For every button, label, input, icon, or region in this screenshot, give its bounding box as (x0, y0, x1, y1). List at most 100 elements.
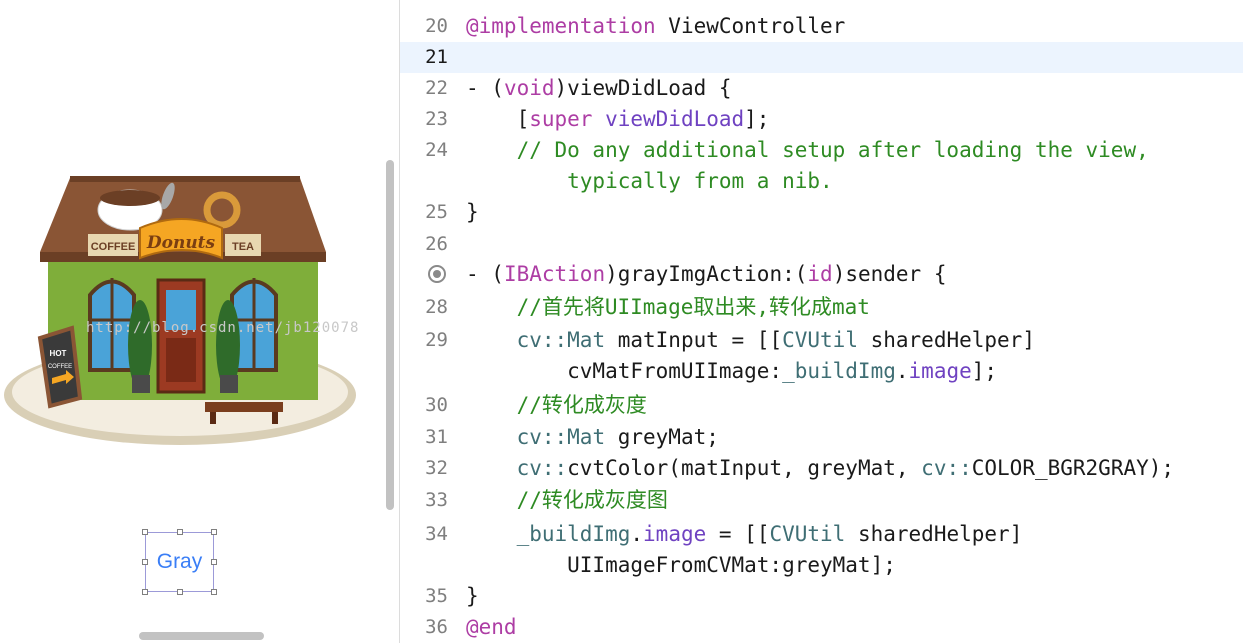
code-token: )viewDidLoad { (554, 76, 732, 100)
code-line[interactable]: - (IBAction)grayImgAction:(id)sender { (466, 261, 946, 287)
code-line[interactable]: //首先将UIImage取出来,转化成mat (466, 294, 870, 320)
code-token: cvMatFromUIImage: (466, 359, 783, 383)
line-number: 35 (425, 585, 448, 607)
code-token: //转化成灰度 (466, 393, 647, 417)
resize-handle-bl[interactable] (142, 589, 148, 595)
code-token: ]; (971, 359, 998, 383)
code-token: matInput = [[ (605, 328, 783, 352)
line-number: 23 (425, 108, 448, 130)
code-token: COLOR_BGR2GRAY); (971, 456, 1175, 480)
line-number: 20 (425, 15, 448, 37)
code-token: = [[ (706, 522, 770, 546)
line-number: 36 (425, 616, 448, 638)
canvas-vertical-scrollbar[interactable] (386, 160, 394, 510)
code-line[interactable]: cv::Mat matInput = [[CVUtil sharedHelper… (466, 327, 1035, 353)
code-line[interactable]: cv::Mat greyMat; (466, 424, 719, 450)
code-line[interactable]: - (void)viewDidLoad { (466, 75, 732, 101)
code-token: sharedHelper] (857, 328, 1035, 352)
sign-donuts: Donuts (146, 233, 216, 253)
resize-handle-tl[interactable] (142, 529, 148, 535)
code-token: [ (466, 107, 530, 131)
code-token: super (529, 107, 593, 131)
code-line[interactable]: cv::cvtColor(matInput, greyMat, cv::COLO… (466, 455, 1174, 481)
line-number: 21 (425, 46, 448, 68)
canvas-horizontal-scrollbar[interactable] (139, 632, 264, 640)
resize-handle-tc[interactable] (177, 529, 183, 535)
code-token: @implementation (466, 14, 656, 38)
donuts-shop-image: COFFEE TEA Donuts HOT COFFEE (4, 176, 356, 445)
code-line[interactable]: @end (466, 614, 517, 640)
resize-handle-ml[interactable] (142, 559, 148, 565)
line-number: 22 (425, 77, 448, 99)
code-token: void (503, 76, 555, 100)
code-token: cv:: (466, 456, 568, 480)
code-token: cv:: (466, 328, 568, 352)
code-token: ]; (744, 107, 770, 131)
code-token: _buildImg (782, 359, 896, 383)
line-number: 28 (425, 296, 448, 318)
line-number: 34 (425, 523, 448, 545)
line-number: 26 (425, 233, 448, 255)
gray-button[interactable]: Gray (142, 529, 217, 595)
code-token: )grayImgAction:( (605, 262, 808, 286)
code-token: sharedHelper] (845, 522, 1023, 546)
sign-coffee: COFFEE (91, 241, 136, 253)
code-token: @end (466, 615, 517, 639)
line-number-gutter[interactable]: 20 21 22 23 24 25 26 28 29 30 31 32 33 34 35 36 (400, 0, 458, 643)
code-line[interactable]: // Do any additional setup after loading… (466, 137, 1149, 163)
code-token: } (466, 584, 479, 608)
code-token: - ( (466, 76, 504, 100)
code-line[interactable]: UIImageFromCVMat:greyMat]; (466, 552, 896, 578)
resize-handle-tr[interactable] (211, 529, 217, 535)
line-number: 25 (425, 201, 448, 223)
code-token: cvtColor(matInput, greyMat, (567, 456, 922, 480)
code-line[interactable]: @implementation ViewController (466, 13, 845, 39)
code-token: . (630, 522, 644, 546)
code-token: //首先将UIImage取出来,转化成mat (466, 295, 870, 319)
code-token: image (908, 359, 972, 383)
code-line[interactable]: //转化成灰度 (466, 392, 647, 418)
watermark: http://blog.csdn.net/jb120078 (86, 320, 360, 336)
code-line[interactable]: //转化成灰度图 (466, 487, 668, 513)
code-token: viewDidLoad (592, 107, 745, 131)
code-line[interactable]: } (466, 199, 479, 225)
code-token: ViewController (655, 14, 846, 38)
code-line[interactable]: cvMatFromUIImage:_buildImg.image]; (466, 358, 997, 384)
code-line[interactable]: _buildImg.image = [[CVUtil sharedHelper] (466, 521, 1023, 547)
code-token: IBAction (503, 262, 606, 286)
resize-handle-bc[interactable] (177, 589, 183, 595)
code-token: Mat (567, 425, 606, 449)
code-token: )sender { (832, 262, 947, 286)
line-number: 32 (425, 457, 448, 479)
code-token: . (895, 359, 909, 383)
code-token: cv:: (921, 456, 972, 480)
line-number: 24 (425, 139, 448, 161)
code-token: UIImageFromCVMat:greyMat]; (466, 553, 896, 577)
code-token: } (466, 200, 479, 224)
line-number: 33 (425, 489, 448, 511)
resize-handle-mr[interactable] (211, 559, 217, 565)
code-token: cv:: (466, 425, 568, 449)
code-token: greyMat; (605, 425, 719, 449)
gray-button-label: Gray (156, 550, 203, 573)
resize-handle-br[interactable] (211, 589, 217, 595)
board-hot: HOT (50, 349, 67, 358)
code-token: // Do any additional setup after loading… (466, 138, 1149, 162)
board-coffee: COFFEE (48, 364, 72, 370)
code-token: Mat (567, 328, 606, 352)
current-line-highlight (400, 42, 1243, 73)
line-number: 30 (425, 394, 448, 416)
ibaction-connection-icon[interactable] (428, 265, 446, 283)
code-line[interactable]: typically from a nib. (466, 168, 833, 194)
code-token: image (643, 522, 707, 546)
code-line[interactable]: [super viewDidLoad]; (466, 106, 770, 132)
code-editor[interactable]: 20 21 22 23 24 25 26 28 29 30 31 32 33 34 35 36 @implem… (400, 0, 1243, 643)
sign-tea: TEA (232, 241, 254, 253)
line-number: 31 (425, 426, 448, 448)
code-line[interactable]: } (466, 583, 479, 609)
line-number: 29 (425, 329, 448, 351)
code-token: CVUtil (782, 328, 858, 352)
code-token: typically from a nib. (466, 169, 833, 193)
code-token: _buildImg (466, 522, 631, 546)
code-token: CVUtil (769, 522, 846, 546)
